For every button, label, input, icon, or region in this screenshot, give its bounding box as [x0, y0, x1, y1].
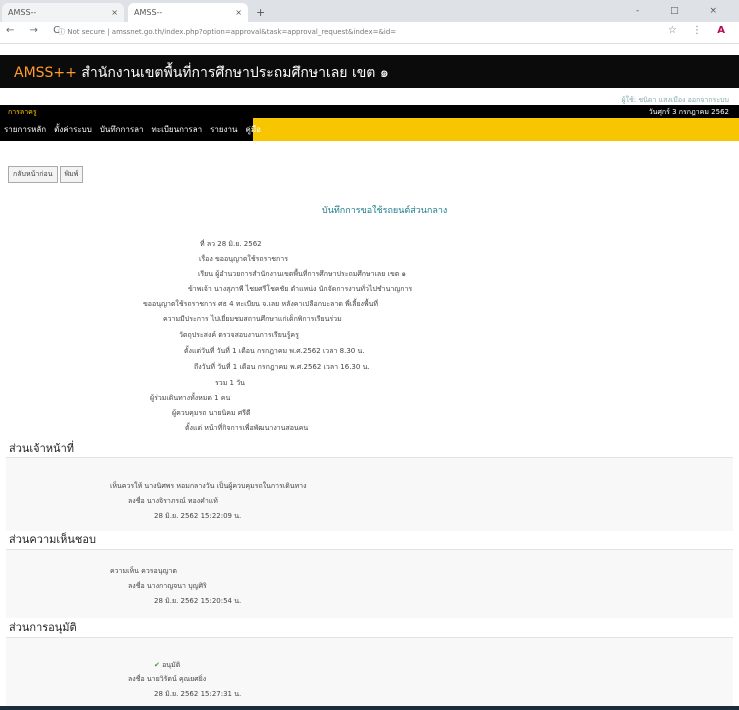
main-menu: รายการหลัก ตั้งค่าระบบ บันทึกการลา ทะเบี… — [0, 118, 739, 141]
staff-timestamp: 28 มิ.ย. 2562 15:22:09 น. — [154, 512, 242, 520]
bottom-border — [0, 706, 739, 710]
info-bar: การลาครู วันศุกร์ 3 กรกฎาคม 2562 — [0, 105, 739, 118]
current-date: วันศุกร์ 3 กรกฎาคม 2562 — [648, 108, 729, 116]
browser-tab-active[interactable]: AMSS-- × — [128, 3, 248, 22]
staff-opinion: เห็นควรให้ นางนิศพร หอมกลางวัน เป็นผู้คว… — [110, 482, 307, 490]
staff-signature: ลงชื่อ นางจิราภรณ์ ทองคำแท้ — [128, 497, 218, 505]
detail-row: รวม 1 วัน — [215, 379, 245, 387]
detail-row: ตั้งแต่ หน้าที่กิจการเพื่อพัฒนางานสอนคน — [185, 424, 309, 432]
section-title-approval: ส่วนการอนุมัติ — [9, 621, 77, 634]
detail-row: เรียน ผู้อำนวยการสำนักงานเขตพื้นที่การศึ… — [198, 270, 406, 278]
tab-label: AMSS-- — [8, 8, 37, 17]
site-header: AMSS++ สำนักงานเขตพื้นที่การศึกษาประถมศึ… — [0, 55, 739, 88]
menu-item-registry[interactable]: ทะเบียนการลา — [148, 123, 207, 136]
approval-signature: ลงชื่อ นายวิรัตน์ คุณยศยิ่ง — [128, 675, 207, 683]
menu-item-home[interactable]: รายการหลัก — [0, 123, 50, 136]
brand-logo-text[interactable]: AMSS++ — [14, 65, 77, 81]
close-icon[interactable]: × — [235, 3, 242, 22]
endorsement-signature: ลงชื่อ นางกาญจนา บุญศิริ — [128, 582, 207, 590]
module-name: การลาครู — [8, 108, 37, 116]
menu-item-report[interactable]: รายงาน — [206, 123, 241, 136]
approval-timestamp: 28 มิ.ย. 2562 15:27:31 น. — [154, 690, 242, 698]
detail-row: ข้าพเจ้า นางสุภาพี ไชยศรีโชคชัย ตำแหน่ง … — [188, 285, 413, 293]
detail-row: เรื่อง ขออนุญาตใช้รถราชการ — [199, 255, 288, 263]
detail-row: ผู้ร่วมเดินทางทั้งหมด 1 คน — [150, 394, 231, 402]
menu-item-manual[interactable]: คู่มือ — [241, 123, 264, 136]
section-endorsement: ความเห็น ควรอนุญาต ลงชื่อ นางกาญจนา บุญศ… — [6, 549, 733, 618]
page-title: บันทึกการขอใช้รถยนต์ส่วนกลาง — [322, 206, 448, 216]
menu-item-record[interactable]: บันทึกการลา — [96, 123, 148, 136]
detail-row: ถึงวันที่ วันที่ 1 เดือน กรกฎาคม พ.ศ.256… — [194, 363, 370, 371]
detail-row: ตั้งแต่วันที่ วันที่ 1 เดือน กรกฎาคม พ.ศ… — [184, 347, 365, 355]
toolbar: กลับหน้าก่อน พิมพ์ — [8, 166, 84, 183]
section-title-staff: ส่วนเจ้าหน้าที่ — [9, 442, 74, 455]
new-tab-button[interactable]: + — [256, 3, 265, 22]
section-approval: ✔ อนุมัติ ลงชื่อ นายวิรัตน์ คุณยศยิ่ง 28… — [6, 637, 733, 706]
back-button[interactable]: กลับหน้าก่อน — [8, 166, 58, 183]
approval-status: ✔ อนุมัติ — [154, 661, 181, 669]
detail-row: ผู้ควบคุมรถ นายนิคม ศรีดี — [172, 409, 251, 417]
close-icon[interactable]: × — [111, 3, 118, 22]
endorsement-opinion: ความเห็น ควรอนุญาต — [110, 567, 177, 575]
address-bar: ← → C ⓘ Not secure | amssnet.go.th/index… — [0, 22, 739, 44]
detail-row: ขออนุญาตใช้รถราชการ ศธ 4 ทะเบียน จ.เลย ห… — [143, 300, 378, 308]
detail-row: วัตถุประสงค์ ตรวจสอบงานการเรียนรู้ครู — [179, 331, 299, 339]
profile-icon[interactable]: A — [717, 25, 731, 36]
browser-menu-icons[interactable]: ☆ ⋮ A — [668, 25, 731, 36]
print-button[interactable]: พิมพ์ — [59, 166, 84, 183]
endorsement-timestamp: 28 มิ.ย. 2562 15:20:54 น. — [154, 597, 242, 605]
detail-row: ที่ ลว 28 มิ.ย. 2562 — [200, 240, 262, 248]
section-staff: เห็นควรให้ นางนิศพร หอมกลางวัน เป็นผู้คว… — [6, 457, 733, 531]
menu-item-settings[interactable]: ตั้งค่าระบบ — [50, 123, 96, 136]
detail-row: ความมีประการ ไปเยี่ยมชมสถานศึกษาแก่เด็กพ… — [163, 315, 342, 323]
window-controls[interactable]: - □ × — [636, 3, 731, 19]
url-input[interactable]: ⓘ Not secure | amssnet.go.th/index.php?o… — [58, 26, 658, 39]
browser-tab-bar: AMSS-- × AMSS-- × + - □ × — [0, 0, 739, 22]
site-title: AMSS++ สำนักงานเขตพื้นที่การศึกษาประถมศึ… — [14, 65, 389, 81]
browser-tab[interactable]: AMSS-- × — [2, 3, 124, 22]
tab-label: AMSS-- — [134, 8, 163, 17]
section-title-endorsement: ส่วนความเห็นชอบ — [9, 533, 96, 546]
